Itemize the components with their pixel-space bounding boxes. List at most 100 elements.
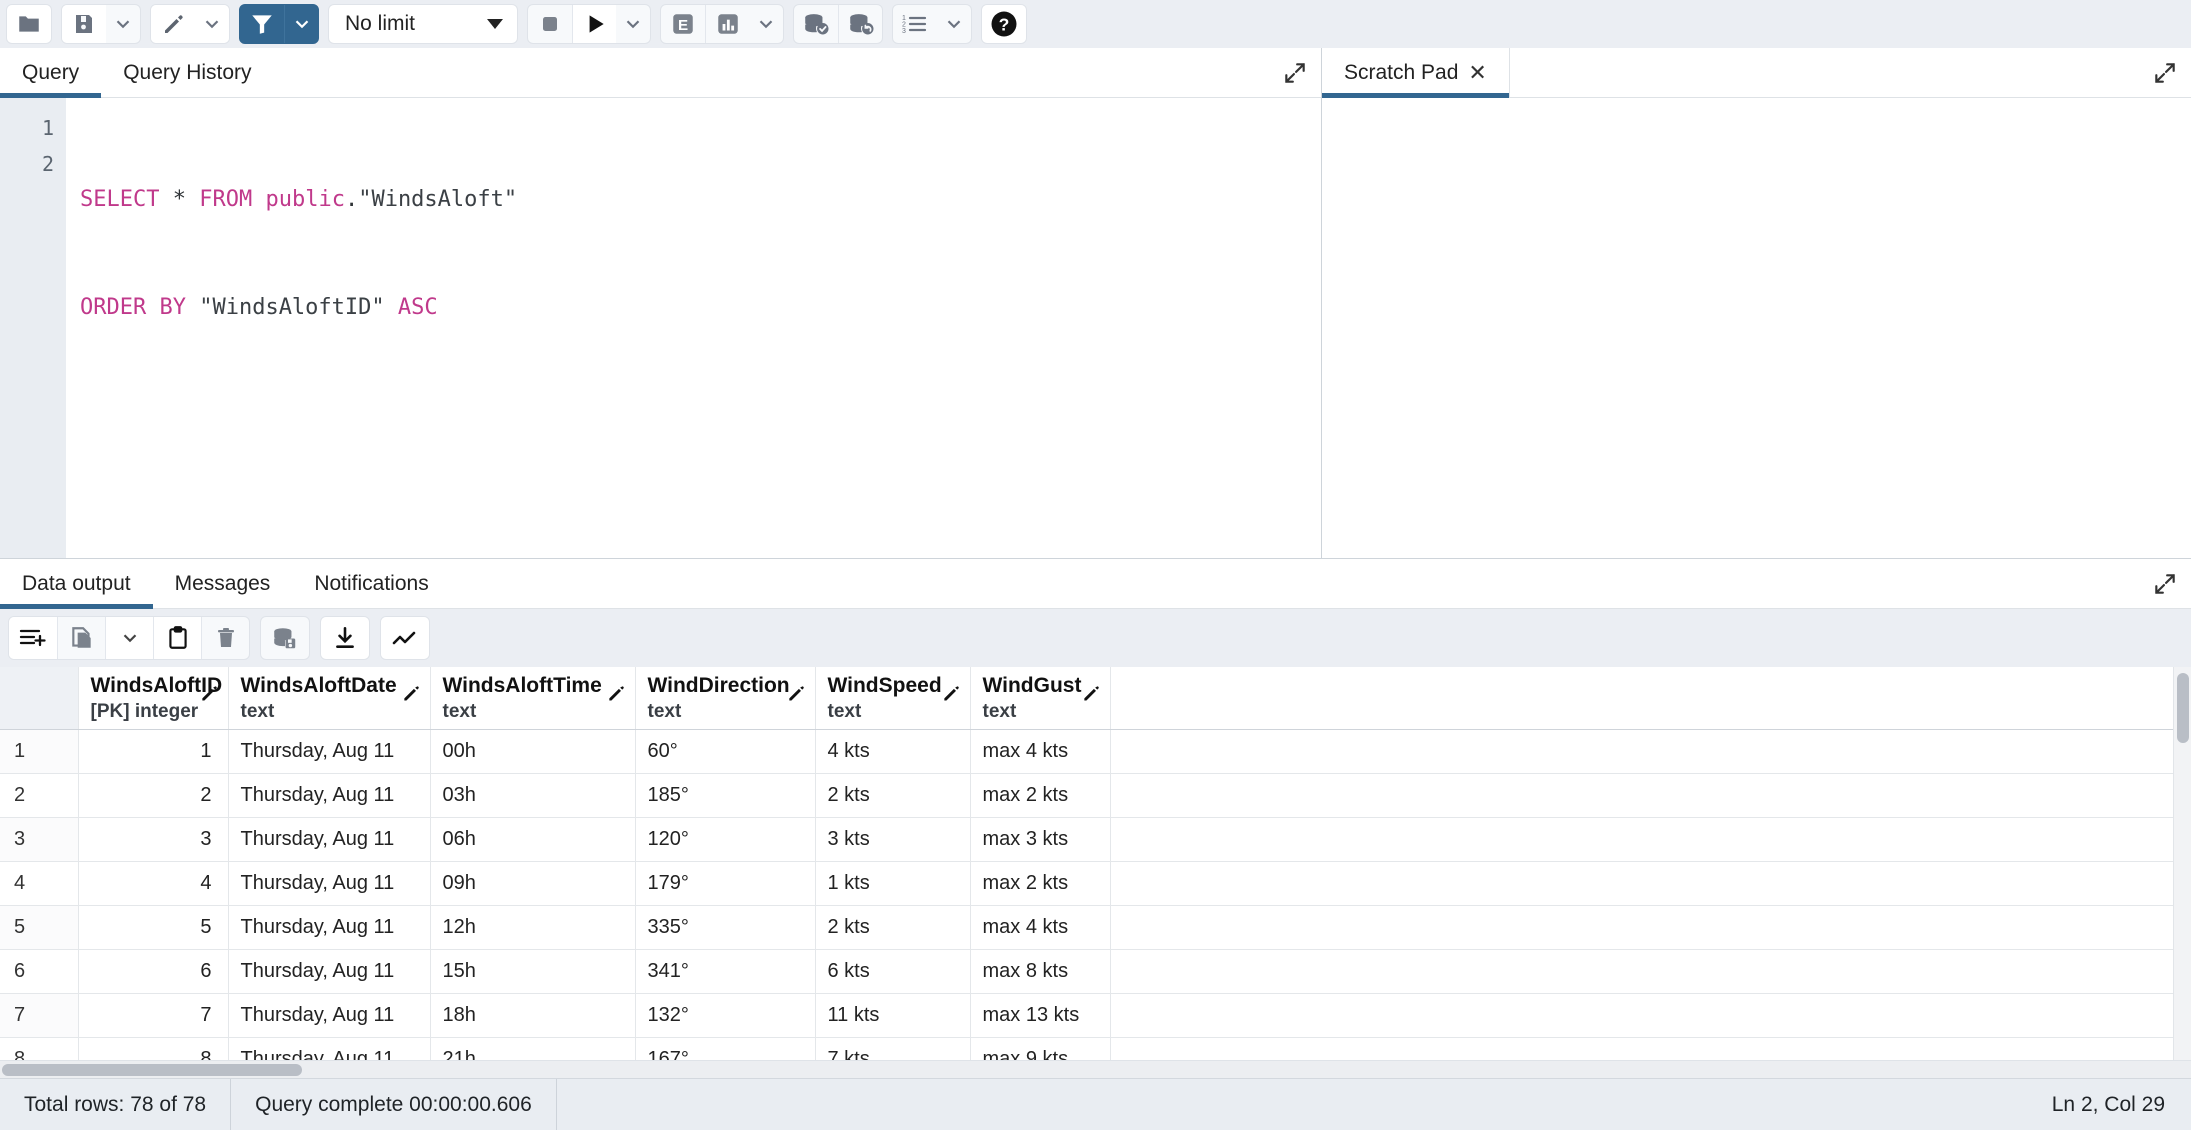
open-file-button[interactable] [7,5,51,43]
table-cell[interactable]: 5 [78,905,229,950]
table-cell[interactable]: max 2 kts [970,773,1111,818]
expand-query-panel-button[interactable] [1269,48,1321,97]
copy-button[interactable] [57,617,105,659]
table-cell[interactable]: max 2 kts [970,861,1111,906]
explain-button[interactable]: E [661,5,705,43]
grid-vertical-scrollbar[interactable] [2173,667,2191,1060]
table-row[interactable]: 6 6 Thursday, Aug 11 15h 341° 6 kts max 8 kts [0,949,2173,994]
row-limit-select[interactable]: No limit [328,4,518,44]
table-cell[interactable]: 8 [78,1037,229,1060]
delete-row-button[interactable] [201,617,249,659]
table-cell[interactable]: max 4 kts [970,729,1111,774]
close-icon[interactable]: ✕ [1468,61,1486,84]
sql-code[interactable]: SELECT * FROM public."WindsAloft" ORDER … [66,98,1321,558]
table-cell[interactable]: max 9 kts [970,1037,1111,1060]
column-header-winddirection[interactable]: WindDirection text [635,667,816,730]
table-cell[interactable]: 09h [430,861,636,906]
column-header-windgust[interactable]: WindGust text [970,667,1111,730]
save-data-changes-button[interactable] [261,617,309,659]
explain-dropdown-caret[interactable] [749,5,783,43]
table-cell[interactable]: 21h [430,1037,636,1060]
tab-data-output[interactable]: Data output [0,559,153,609]
table-cell[interactable]: 4 kts [815,729,971,774]
add-row-button[interactable] [9,617,57,659]
table-row[interactable]: 4 4 Thursday, Aug 11 09h 179° 1 kts max 2 kts [0,861,2173,906]
table-cell[interactable]: Thursday, Aug 11 [228,861,431,906]
table-row[interactable]: 3 3 Thursday, Aug 11 06h 120° 3 kts max 3 kts [0,817,2173,862]
table-cell[interactable]: 167° [635,1037,816,1060]
table-cell[interactable]: 3 [78,817,229,862]
paste-button[interactable] [153,617,201,659]
table-cell[interactable]: 15h [430,949,636,994]
data-grid-container[interactable]: WindsAloftID [PK] integer WindsAloftDate… [0,667,2191,1060]
column-header-windsalofttime[interactable]: WindsAloftTime text [430,667,636,730]
rollback-button[interactable] [838,5,882,43]
pencil-icon[interactable] [786,683,806,709]
table-cell[interactable]: 335° [635,905,816,950]
execute-dropdown-caret[interactable] [616,5,650,43]
table-row[interactable]: 5 5 Thursday, Aug 11 12h 335° 2 kts max 4 kts [0,905,2173,950]
graph-visualiser-button[interactable] [381,617,429,659]
table-cell[interactable]: 185° [635,773,816,818]
column-header-windsaloftdate[interactable]: WindsAloftDate text [228,667,431,730]
table-cell[interactable]: Thursday, Aug 11 [228,817,431,862]
table-row[interactable]: 1 1 Thursday, Aug 11 00h 60° 4 kts max 4 kts [0,729,2173,774]
table-cell[interactable]: 1 kts [815,861,971,906]
tab-query[interactable]: Query [0,48,102,98]
tab-notifications[interactable]: Notifications [292,559,450,608]
table-cell[interactable]: 7 [78,993,229,1038]
table-cell[interactable]: 3 kts [815,817,971,862]
stop-button[interactable] [528,5,572,43]
table-cell[interactable]: Thursday, Aug 11 [228,993,431,1038]
table-cell[interactable]: 03h [430,773,636,818]
table-cell[interactable]: Thursday, Aug 11 [228,729,431,774]
tab-messages[interactable]: Messages [153,559,293,608]
pencil-icon[interactable] [941,683,961,709]
pencil-icon[interactable] [606,683,626,709]
table-cell[interactable]: 179° [635,861,816,906]
scrollbar-thumb-horizontal[interactable] [2,1064,302,1076]
table-cell[interactable]: 132° [635,993,816,1038]
table-cell[interactable]: 2 [78,773,229,818]
tab-scratch-pad[interactable]: Scratch Pad ✕ [1322,48,1510,98]
scratchpad-textarea[interactable] [1322,98,2191,558]
edit-pencil-button[interactable] [151,5,195,43]
sql-editor[interactable]: 1 2 SELECT * FROM public."WindsAloft" OR… [0,98,1321,558]
table-cell[interactable]: max 8 kts [970,949,1111,994]
download-csv-button[interactable] [321,617,369,659]
table-cell[interactable]: Thursday, Aug 11 [228,949,431,994]
table-cell[interactable]: Thursday, Aug 11 [228,905,431,950]
commit-button[interactable] [794,5,838,43]
pencil-icon[interactable] [401,683,421,709]
column-header-windsaloftid[interactable]: WindsAloftID [PK] integer [78,667,229,730]
table-cell[interactable]: 2 kts [815,905,971,950]
table-cell[interactable]: 341° [635,949,816,994]
table-cell[interactable]: max 4 kts [970,905,1111,950]
save-file-button[interactable] [62,5,106,43]
table-cell[interactable]: 06h [430,817,636,862]
table-cell[interactable]: 6 [78,949,229,994]
table-cell[interactable]: Thursday, Aug 11 [228,1037,431,1060]
pencil-icon[interactable] [199,683,219,709]
filter-dropdown-caret[interactable] [284,5,318,43]
table-cell[interactable]: 1 [78,729,229,774]
table-cell[interactable]: 12h [430,905,636,950]
tab-query-history[interactable]: Query History [101,48,273,97]
table-cell[interactable]: 7 kts [815,1037,971,1060]
help-button[interactable]: ? [982,5,1026,43]
filter-button[interactable] [240,5,284,43]
column-header-windspeed[interactable]: WindSpeed text [815,667,971,730]
table-cell[interactable]: 6 kts [815,949,971,994]
save-dropdown-caret[interactable] [106,5,140,43]
table-cell[interactable]: 4 [78,861,229,906]
edit-dropdown-caret[interactable] [195,5,229,43]
explain-analyze-button[interactable] [705,5,749,43]
table-cell[interactable]: 18h [430,993,636,1038]
table-cell[interactable]: 11 kts [815,993,971,1038]
macros-button[interactable]: 1 2 3 [893,5,937,43]
copy-dropdown-caret[interactable] [105,617,153,659]
grid-horizontal-scrollbar[interactable] [0,1060,2191,1078]
macros-dropdown-caret[interactable] [937,5,971,43]
scrollbar-thumb[interactable] [2177,673,2189,743]
table-cell[interactable]: 60° [635,729,816,774]
